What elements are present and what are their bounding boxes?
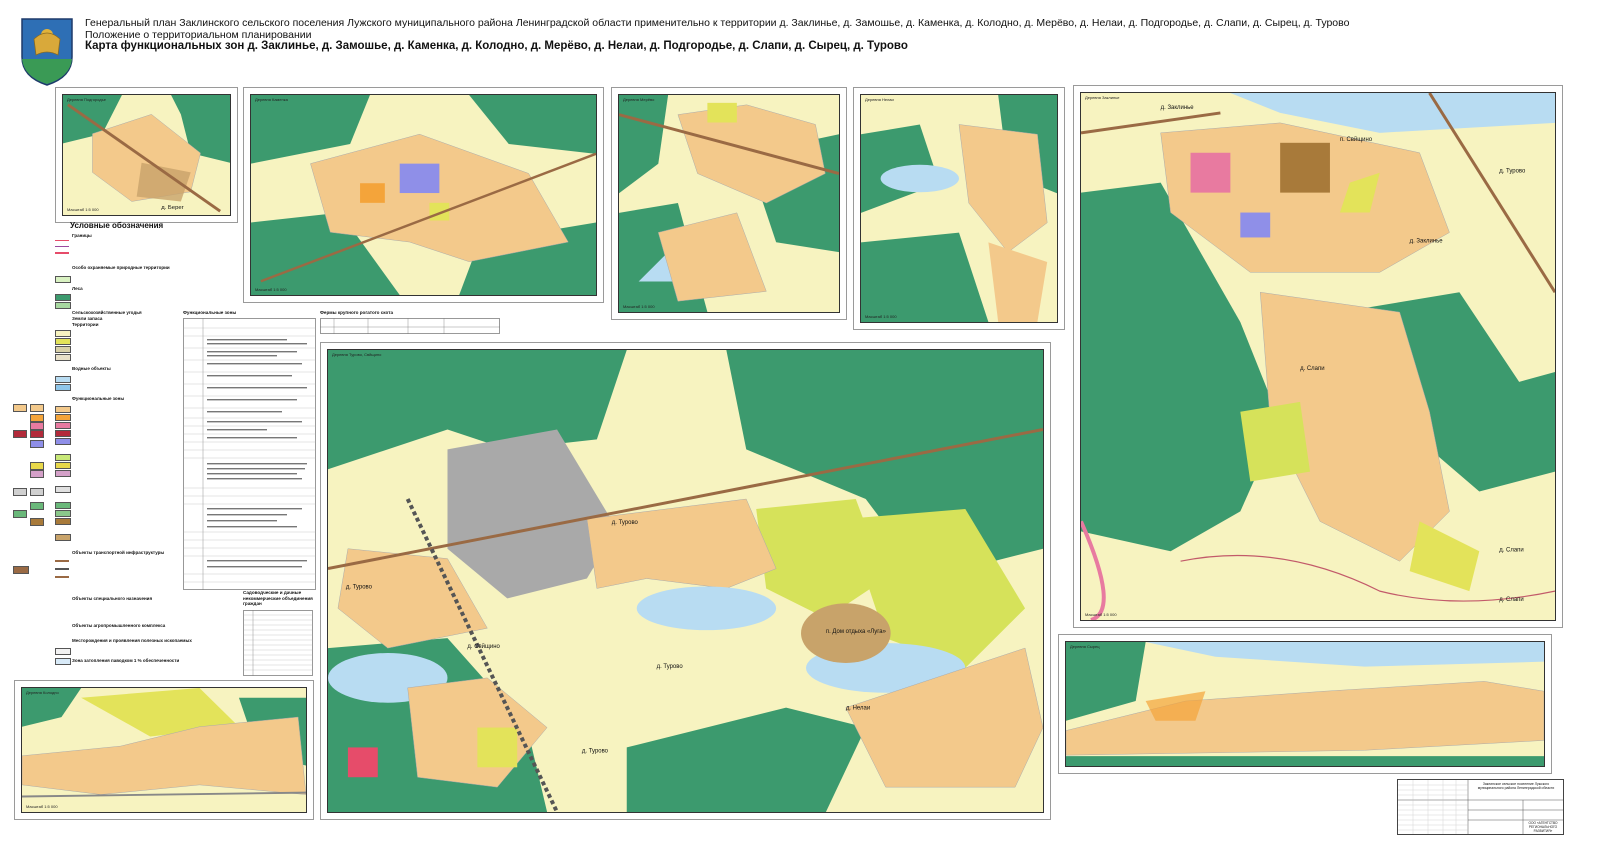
label-turovo: д. Турово [1499,169,1526,175]
map-panel-turovo: д. Турово д. Турово д. Свйщино д. Турово… [320,342,1051,820]
map-panel-nelai: Деревня Нелаи Масштаб 1:5 000 [853,87,1065,330]
label-sviyshchino-2: д. Свйщино [467,643,500,650]
map-bereg[interactable]: д. Берег Деревня Подгородье Масштаб 1:5 … [62,94,231,216]
legend-section-oopt: Особо охраняемые природные территории [72,265,170,270]
map-merevo[interactable]: Деревня Мерёво Масштаб 1:5 000 [618,94,840,313]
label-zaklinye-1: д. Заклинье [1161,105,1195,111]
scale-merevo: Масштаб 1:5 000 [623,304,655,309]
legend-section-water: Водные объекты [72,366,111,371]
label-turovo-3: д. Турово [657,664,684,670]
scale-kolodno: Масштаб 1:5 000 [26,804,58,809]
label-dom-otdykha: п. Дом отдыха «Луга» [826,629,887,635]
legend-title: Условные обозначения [70,221,164,230]
zones-table: Функциональные зоны [183,310,316,590]
map-title-kamenka: Деревня Каменка [255,97,288,102]
map-panel-kamenka: Деревня Каменка Масштаб 1:5 000 [243,87,604,303]
page-title: Карта функциональных зон д. Заклинье, д.… [85,40,908,52]
map-title-zaklinye: Деревня Заклинье [1085,95,1120,100]
map-title-merevo: Деревня Мерёво [623,97,655,102]
legend-section-agro: Объекты агропромышленного комплекса [72,623,166,628]
map-turovo[interactable]: д. Турово д. Турово д. Свйщино д. Турово… [327,349,1044,813]
map-kolodno[interactable]: Деревня Колодно Масштаб 1:5 000 [21,687,307,813]
map-zaklinye[interactable]: д. Заклинье п. Свйщино д. Турово д. Закл… [1080,92,1556,621]
cattle-table-title: Фермы крупного рогатого скота [320,310,394,315]
label-bereg: д. Берег [161,205,184,211]
scale-kamenka: Масштаб 1:5 000 [255,287,287,292]
map-title-nelai: Деревня Нелаи [865,97,894,102]
legend-section-forests: Леса [72,286,83,291]
map-panel-zaklinye: д. Заклинье п. Свйщино д. Турово д. Закл… [1073,85,1563,628]
snt-table: Садоводческие и дачные некоммерческие об… [243,590,313,680]
label-zaklinye-2: д. Заклинье [1410,238,1444,244]
map-title-kolodno: Деревня Колодно [26,690,59,695]
zones-table-title: Функциональные зоны [183,310,237,315]
label-sviyshchino: п. Свйщино [1340,136,1373,143]
map-title-bereg: Деревня Подгородье [67,97,106,102]
map-panel-syrets: Деревня Сырец [1058,634,1552,774]
title-block-project: Заклинское сельское поселение Лужского м… [1477,782,1555,790]
map-panel-kolodno: Деревня Колодно Масштаб 1:5 000 [14,680,314,820]
snt-table-title: Садоводческие и дачные некоммерческие об… [243,590,313,606]
map-nelai[interactable]: Деревня Нелаи Масштаб 1:5 000 [860,94,1058,323]
legend-section-special: Объекты специального назначения [72,596,153,601]
map-panel-bereg: д. Берег Деревня Подгородье Масштаб 1:5 … [55,87,238,223]
legend-section-flood: Зона затопления паводком 1 % обеспеченно… [72,658,180,663]
legend-section-territories: Территории [72,322,99,327]
map-panel-merevo: Деревня Мерёво Масштаб 1:5 000 [611,87,847,320]
title-block: Заклинское сельское поселение Лужского м… [1397,779,1564,835]
legend-section-reserve: Земли запаса [72,316,103,321]
cattle-table: Фермы крупного рогатого скота [320,310,500,335]
coat-of-arms-icon [18,15,76,87]
legend-section-transport: Объекты транспортной инфраструктуры [72,550,165,555]
label-slapi-1: д. Слапи [1300,366,1324,372]
scale-zaklinye: Масштаб 1:5 000 [1085,612,1117,617]
map-kamenka[interactable]: Деревня Каменка Масштаб 1:5 000 [250,94,597,296]
map-title-syrets: Деревня Сырец [1070,644,1100,649]
legend-section-zones: Функциональные зоны [72,396,125,401]
label-slapi-3: д. Слапи [1499,597,1523,603]
legend-section-minerals: Месторождения и проявления полезных иско… [72,638,192,643]
scale-nelai: Масштаб 1:5 000 [865,314,897,319]
label-turovo-4: д. Турово [582,748,609,754]
label-nelai: д. Нелаи [846,706,870,712]
title-block-org: ООО «АГЕНТСТВО РЕГИОНАЛЬНОГО РАЗВИТИЯ» [1528,821,1558,833]
legend-section-agri: Сельскохозяйственные угодья [72,310,142,315]
map-title-turovo: Деревня Турово, Свйщино [332,352,382,357]
label-turovo-2: д. Турово [346,584,373,590]
header-line-1: Генеральный план Заклинского сельского п… [85,17,1350,29]
legend-section-borders: Границы [72,233,92,238]
legend: Условные обозначения Границы Особо охран… [10,218,192,678]
scale-bereg: Масштаб 1:5 000 [67,207,99,212]
map-syrets[interactable]: Деревня Сырец [1065,641,1545,767]
label-turovo-1: д. Турово [612,520,639,526]
label-slapi-2: д. Слапи [1499,547,1523,553]
